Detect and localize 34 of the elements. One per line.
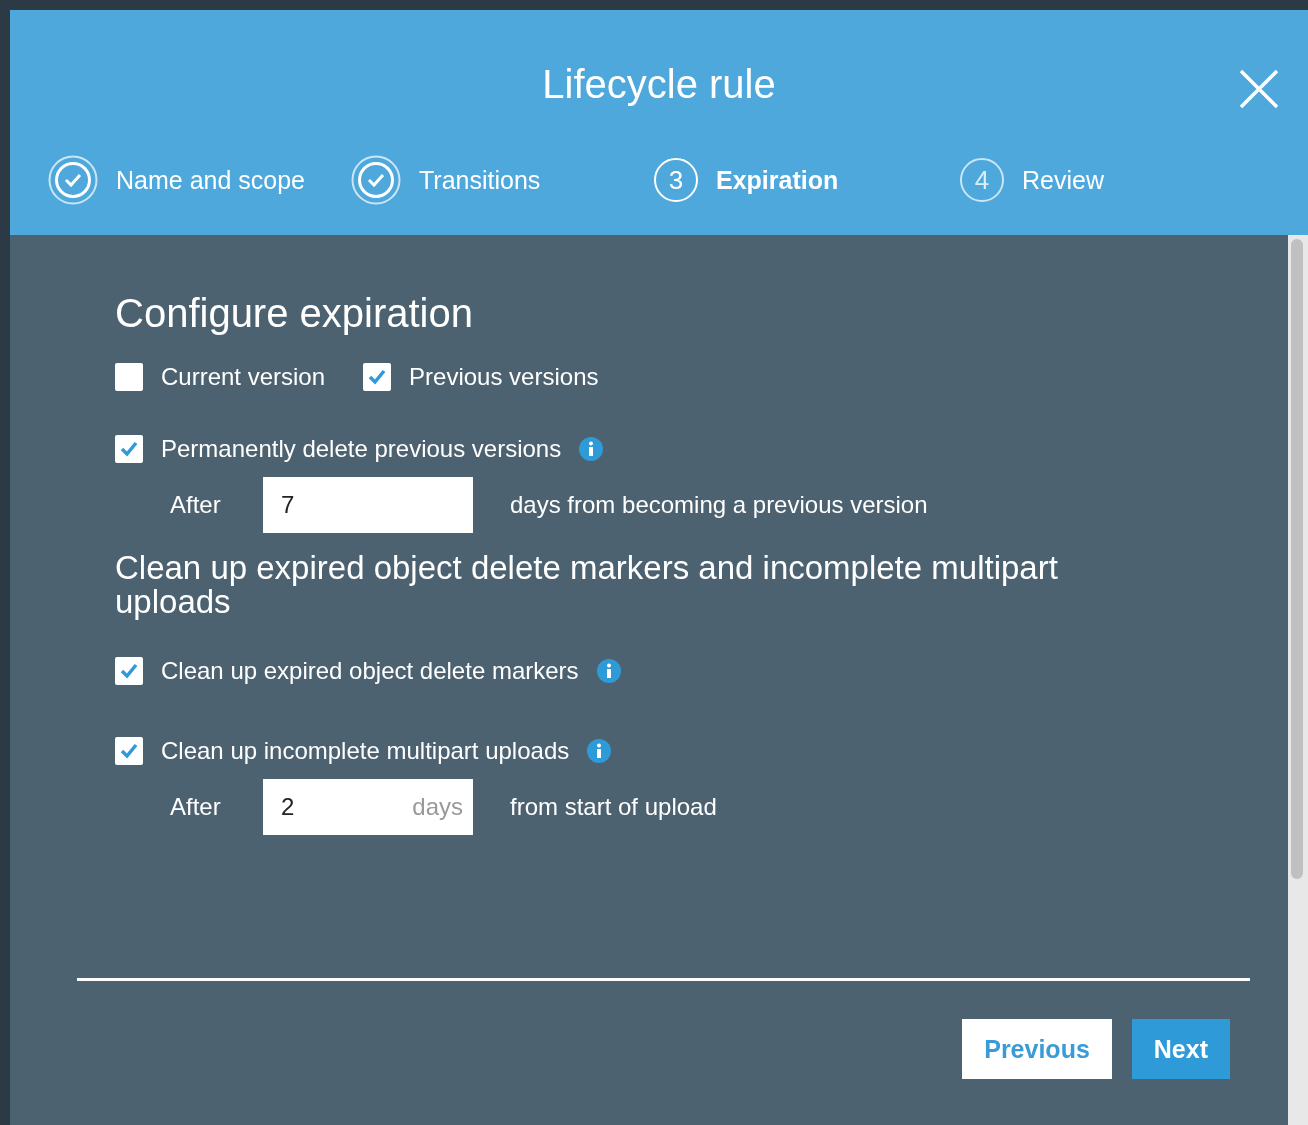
section-heading: Configure expiration xyxy=(115,293,474,333)
scrollbar[interactable] xyxy=(1288,235,1308,1125)
checkmark-icon xyxy=(367,367,388,387)
field-description: from start of upload xyxy=(510,793,717,821)
step-label: Expiration xyxy=(716,165,839,195)
dialog-title: Lifecycle rule xyxy=(542,62,776,107)
info-icon[interactable] xyxy=(579,437,604,461)
step-number: 4 xyxy=(960,158,1004,202)
checkbox-label: Permanently delete previous versions xyxy=(161,435,562,463)
checkbox-label: Current version xyxy=(161,363,326,391)
section-heading: Clean up expired object delete markers and incomplete multipart uploads xyxy=(115,551,1059,619)
info-icon[interactable] xyxy=(596,659,621,683)
field-label: After xyxy=(170,491,222,519)
checkbox[interactable] xyxy=(115,737,143,765)
close-button[interactable] xyxy=(1238,68,1280,110)
checkmark-icon xyxy=(119,661,139,681)
checkbox[interactable] xyxy=(115,435,143,463)
checkbox[interactable] xyxy=(115,363,143,391)
unit-label: days xyxy=(412,793,463,821)
checkbox-label: Clean up expired object delete markers xyxy=(161,657,579,685)
checkmark-icon xyxy=(119,439,139,459)
checkmark-icon xyxy=(119,741,139,761)
step-label: Review xyxy=(1022,165,1104,195)
checkbox[interactable] xyxy=(115,657,143,685)
field-label: After xyxy=(170,793,222,821)
field-description: days from becoming a previous version xyxy=(510,491,928,519)
checkbox[interactable] xyxy=(363,363,392,391)
info-icon[interactable] xyxy=(587,739,612,763)
checkbox-label: Previous versions xyxy=(409,363,599,391)
checkbox-label: Clean up incomplete multipart uploads xyxy=(161,737,570,765)
days-input-field[interactable]: 7 xyxy=(263,477,473,533)
step-label: Transitions xyxy=(419,165,541,195)
step-number: 3 xyxy=(654,158,698,202)
step-label: Name and scope xyxy=(116,165,305,195)
